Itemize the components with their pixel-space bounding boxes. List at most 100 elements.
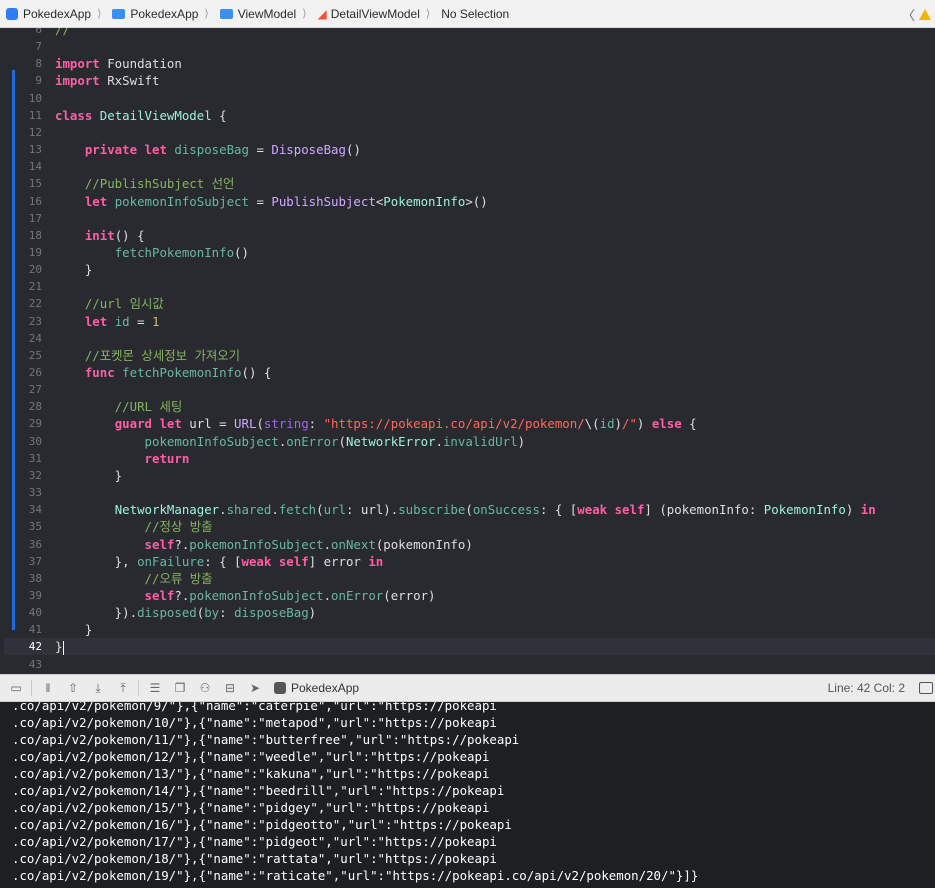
code-text: import RxSwift <box>55 72 159 89</box>
text-cursor <box>63 640 65 655</box>
line-number: 35 <box>28 520 42 534</box>
console-output[interactable]: .co/api/v2/pokemon/9/"},{"name":"caterpi… <box>0 702 935 888</box>
code-token: weak self <box>241 553 309 569</box>
line-number: 8 <box>35 57 42 71</box>
code-token: = <box>129 313 153 329</box>
code-text: import Foundation <box>55 55 182 72</box>
code-token: //정상 방출 <box>144 519 213 535</box>
code-text: }, onFailure: { [weak self] error in <box>55 553 384 570</box>
code-token: PublishSubject <box>271 193 376 209</box>
app-icon <box>6 7 18 20</box>
line-number: 22 <box>28 297 42 311</box>
chevron-right-icon: ⟩ <box>204 8 209 20</box>
view-hierarchy-icon[interactable]: ☰ <box>146 679 164 697</box>
code-text: } <box>55 467 122 484</box>
code-token: ( <box>465 502 473 518</box>
line-number: 33 <box>28 486 42 500</box>
chevron-right-icon: ⟩ <box>302 8 307 20</box>
code-token: // <box>55 28 70 37</box>
line-number: 9 <box>35 74 42 88</box>
line-number: 12 <box>28 125 42 139</box>
code-token: . <box>219 502 227 518</box>
chevron-left-icon[interactable]: 〈 <box>902 5 915 24</box>
code-token: { <box>681 416 697 432</box>
code-token: { <box>211 107 227 123</box>
code-text: guard let url = URL(string: "https://pok… <box>55 415 697 432</box>
line-number: 39 <box>28 588 42 602</box>
code-token: (error) <box>383 587 436 603</box>
code-token: onNext <box>331 536 376 552</box>
debug-target[interactable]: PokedexApp <box>274 681 359 695</box>
code-token: by <box>204 605 220 621</box>
code-token: fetchPokemonInfo <box>114 244 235 260</box>
code-token: : url). <box>346 502 399 518</box>
code-token: DisposeBag <box>271 142 346 158</box>
simulate-location-icon[interactable]: ⊟ <box>221 679 239 697</box>
code-text: self?.pokemonInfoSubject.onError(error) <box>55 587 436 604</box>
cursor-position: Line: 42 Col: 2 <box>827 681 905 695</box>
console-line: .co/api/v2/pokemon/15/"},{"name":"pidgey… <box>12 800 490 815</box>
code-text: fetchPokemonInfo() <box>55 244 249 261</box>
location-arrow-icon[interactable]: ➤ <box>246 679 264 697</box>
code-token: PokemonInfo <box>763 502 846 518</box>
breadcrumb-symbol[interactable]: No Selection <box>441 7 509 21</box>
code-token: fetch <box>278 502 317 518</box>
line-number: 24 <box>28 331 42 345</box>
step-into-icon[interactable]: ⤓ <box>89 679 107 697</box>
code-token: : { [ <box>539 502 578 518</box>
code-token: onFailure <box>137 553 205 569</box>
line-number: 7 <box>35 40 42 54</box>
code-token: in <box>860 502 876 518</box>
split-panel-icon[interactable] <box>919 682 933 694</box>
breadcrumb-label: DetailViewModel <box>330 6 420 21</box>
code-token: string <box>263 416 309 432</box>
line-number: 10 <box>28 91 42 105</box>
line-number: 42 <box>28 640 42 654</box>
code-token: self <box>144 536 175 552</box>
memory-graph-icon[interactable]: ❐ <box>171 679 189 697</box>
code-token: //URL 세팅 <box>114 399 183 415</box>
code-token: private let <box>84 142 167 158</box>
debug-target-label: PokedexApp <box>291 681 360 695</box>
environment-overrides-icon[interactable]: ⚇ <box>196 679 214 697</box>
code-token: ) <box>845 502 861 518</box>
code-token: URL <box>234 416 257 432</box>
line-number: 23 <box>28 314 42 328</box>
breadcrumb-file[interactable]: ◢ DetailViewModel ⟩ <box>318 7 436 21</box>
breadcrumb-project[interactable]: PokedexApp ⟩ <box>6 7 106 21</box>
code-editor[interactable]: 6 // 7 8 import Foundation 9 import RxSwift 10 1… <box>4 28 935 674</box>
code-token: pokemonInfoSubject <box>189 536 324 552</box>
code-line[interactable]: 42} <box>4 638 935 656</box>
code-token: (pokemonInfo) <box>375 536 473 552</box>
folder-icon <box>219 8 233 19</box>
console-line: .co/api/v2/pokemon/9/"},{"name":"caterpi… <box>12 702 497 713</box>
step-over-icon[interactable]: ⇧ <box>64 679 82 697</box>
console-line: .co/api/v2/pokemon/16/"},{"name":"pidgeo… <box>12 817 512 832</box>
line-number: 11 <box>28 108 42 122</box>
code-token: ) <box>614 416 622 432</box>
line-number: 26 <box>28 366 42 379</box>
code-token: weak self <box>577 502 645 518</box>
breadcrumb-group[interactable]: PokedexApp ⟩ <box>112 7 213 21</box>
breadcrumb-folder[interactable]: ViewModel ⟩ <box>219 7 312 21</box>
code-token: /" <box>622 416 637 432</box>
code-token: id <box>599 416 615 432</box>
line-number: 36 <box>28 537 42 551</box>
code-token: disposeBag <box>174 142 249 158</box>
warning-icon[interactable] <box>919 8 931 20</box>
code-token: }, <box>55 553 138 569</box>
pause-icon[interactable]: ‖ <box>39 679 57 697</box>
code-text: } <box>55 621 92 638</box>
step-out-icon[interactable]: ⤒ <box>114 679 132 697</box>
code-text: // <box>55 28 70 38</box>
code-text: pokemonInfoSubject.onError(NetworkError.… <box>55 433 526 450</box>
hide-debug-area-icon[interactable]: ▭ <box>7 679 25 697</box>
code-token: () <box>345 142 361 158</box>
code-token: onError <box>286 433 339 449</box>
